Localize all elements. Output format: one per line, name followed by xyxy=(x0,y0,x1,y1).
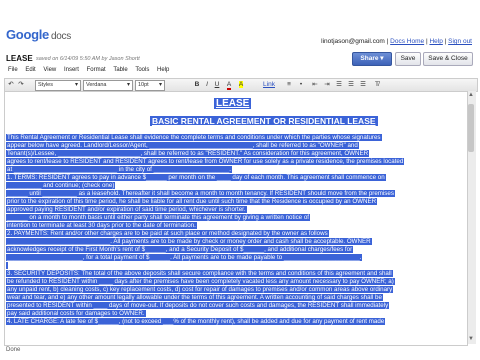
document-line-text: 4. LATE CHARGE: A late fee of $______, (… xyxy=(6,318,386,325)
document-line[interactable]: be refunded to RESIDENT within ____ days… xyxy=(6,278,462,286)
document-line-text: approved paying RESIDENT and/or expirati… xyxy=(6,206,247,213)
underline-icon[interactable]: U xyxy=(213,80,221,90)
decrease-indent-icon[interactable]: ⇤ xyxy=(311,80,319,90)
scroll-up-arrow-icon[interactable]: ▲ xyxy=(468,92,474,98)
document-line-text: 2. PAYMENTS: Rent and/or other charges a… xyxy=(6,230,329,237)
document-line-text: acknowledges receipt of the First Month'… xyxy=(6,246,354,253)
document-line-text: pay said additional costs for damages to… xyxy=(6,310,146,317)
font-size-select[interactable]: 10pt xyxy=(135,80,165,91)
italic-icon[interactable]: I xyxy=(203,80,211,90)
clear-formatting-icon[interactable]: T̸ xyxy=(373,80,381,90)
document-line[interactable]: ______ on a month to month basis until e… xyxy=(6,214,462,222)
document-line-text: This Rental Agreement or Residential Lea… xyxy=(6,134,382,141)
docs-home-link[interactable]: Docs Home xyxy=(390,38,424,45)
increase-indent-icon[interactable]: ⇥ xyxy=(323,80,331,90)
document-line[interactable]: approved paying RESIDENT and/or expirati… xyxy=(6,206,462,214)
share-button[interactable]: Share ▾ xyxy=(352,52,392,66)
document-line-text: prior to the expiration of this time per… xyxy=(6,198,378,205)
document-line[interactable]: 2. PAYMENTS: Rent and/or other charges a… xyxy=(6,230,462,238)
numbered-list-icon[interactable]: ≡ xyxy=(285,80,293,90)
document-line[interactable]: pay said additional costs for damages to… xyxy=(6,310,462,318)
scroll-down-arrow-icon[interactable]: ▼ xyxy=(468,336,474,342)
align-center-icon[interactable]: ☰ xyxy=(347,80,355,90)
document-line[interactable]: ______________________________. All paym… xyxy=(6,238,462,246)
document-title[interactable]: LEASE xyxy=(6,54,33,63)
document-line[interactable]: prior to the expiration of this time per… xyxy=(6,198,462,206)
menu-edit[interactable]: Edit xyxy=(25,67,35,73)
menu-tools[interactable]: Tools xyxy=(135,67,149,73)
document-line[interactable]: 3. SECURITY DEPOSITS: The total of the a… xyxy=(6,270,462,278)
align-right-icon[interactable]: ☰ xyxy=(359,80,367,90)
save-button[interactable]: Save xyxy=(395,52,421,66)
document-line[interactable]: ______ until __________ as a leasehold. … xyxy=(6,190,462,198)
document-line-text: Tenant(s)/Lessee, ______________________… xyxy=(6,150,370,157)
user-email: linotjason@gmail.com xyxy=(321,38,385,45)
document-line-text: any unpaid rent, b) cleaning costs, c) k… xyxy=(6,286,394,293)
logo-google-text: Google xyxy=(6,27,49,42)
document-line[interactable]: __________ and continue; (check one) xyxy=(6,182,462,190)
document-line-text: at ______________________________ in the… xyxy=(6,166,232,173)
document-line[interactable]: intention to terminate at least 30 days … xyxy=(6,222,462,230)
redo-icon[interactable]: ↷ xyxy=(17,80,25,90)
scrollbar-thumb[interactable] xyxy=(468,104,474,152)
document-line-text: ______________________________. All paym… xyxy=(6,238,372,245)
text-color-icon[interactable]: A xyxy=(225,80,233,90)
document-line[interactable]: ______________________, for a total paym… xyxy=(6,254,462,262)
document-line-text: 3. SECURITY DEPOSITS: The total of the a… xyxy=(6,270,393,277)
highlight-color-icon[interactable]: A xyxy=(237,80,245,90)
document-line[interactable]: any unpaid rent, b) cleaning costs, c) k… xyxy=(6,286,462,294)
document-line-text: be refunded to RESIDENT within ____ days… xyxy=(6,278,395,285)
status-text: Done xyxy=(6,347,21,353)
menu-bar: File Edit View Insert Format Table Tools… xyxy=(0,67,480,77)
document-line-text: __________ and continue; (check one) xyxy=(6,182,116,189)
logo-docs-text: docs xyxy=(50,31,71,42)
document-heading[interactable]: LEASE xyxy=(214,98,252,109)
document-line[interactable]: 1. TERMS: RESIDENT agrees to pay in adva… xyxy=(6,174,462,182)
undo-icon[interactable]: ↶ xyxy=(7,80,15,90)
document-line-text: ______ on a month to month basis until e… xyxy=(6,214,310,221)
menu-insert[interactable]: Insert xyxy=(64,67,79,73)
font-select[interactable]: Verdana xyxy=(83,80,133,91)
menu-file[interactable]: File xyxy=(8,67,18,73)
sign-out-link[interactable]: Sign out xyxy=(448,38,472,45)
bulleted-list-icon[interactable]: • xyxy=(297,80,305,90)
document-line-text: agrees to rent/lease to RESIDENT and RES… xyxy=(6,158,405,165)
menu-help[interactable]: Help xyxy=(157,67,169,73)
document-line[interactable]: appear below have agreed. Landlord/Lesso… xyxy=(6,142,462,150)
document-subheading[interactable]: BASIC RENTAL AGREEMENT OR RESIDENTIAL LE… xyxy=(150,116,378,126)
document-line-text: ______________________, for a total paym… xyxy=(6,254,363,261)
document-line[interactable]: This Rental Agreement or Residential Lea… xyxy=(6,134,462,142)
menu-view[interactable]: View xyxy=(43,67,56,73)
save-and-close-button[interactable]: Save & Close xyxy=(423,52,473,66)
align-left-icon[interactable]: ☰ xyxy=(335,80,343,90)
google-docs-window: Google docs linotjason@gmail.com | Docs H… xyxy=(0,0,480,360)
document-line-text: ______ until __________ as a leasehold. … xyxy=(6,190,395,197)
insert-link-button[interactable]: Link xyxy=(261,80,277,90)
document-line[interactable]: acknowledges receipt of the First Month'… xyxy=(6,246,462,254)
document-line-text: presented to RESIDENT within ____ days o… xyxy=(6,302,390,309)
formatting-toolbar: ↶ ↷ Styles Verdana 10pt B I U A A Link ≡… xyxy=(4,78,478,92)
document-line[interactable]: 4. LATE CHARGE: A late fee of $______, (… xyxy=(6,318,462,326)
document-line[interactable]: wear and tear, and e) any other amount l… xyxy=(6,294,462,302)
style-select[interactable]: Styles xyxy=(35,80,81,91)
bold-icon[interactable]: B xyxy=(193,80,201,90)
document-line[interactable]: at ______________________________ in the… xyxy=(6,166,462,174)
help-link[interactable]: Help xyxy=(429,38,442,45)
google-docs-logo[interactable]: Google docs xyxy=(6,27,71,42)
document-line-text: 1. TERMS: RESIDENT agrees to pay in adva… xyxy=(6,174,386,181)
saved-status: saved on 6/14/09 5:50 AM by Jason Shortt xyxy=(36,56,140,62)
document-line[interactable]: agrees to rent/lease to RESIDENT and RES… xyxy=(6,158,462,166)
document-line-text: wear and tear, and e) any other amount l… xyxy=(6,294,383,301)
document-line[interactable] xyxy=(6,262,462,270)
document-line[interactable]: Tenant(s)/Lessee, ______________________… xyxy=(6,150,462,158)
document-line[interactable]: presented to RESIDENT within ____ days o… xyxy=(6,302,462,310)
menu-format[interactable]: Format xyxy=(87,67,106,73)
account-links: linotjason@gmail.com | Docs Home | Help … xyxy=(321,38,472,45)
menu-table[interactable]: Table xyxy=(113,67,127,73)
document-line-text: intention to terminate at least 30 days … xyxy=(6,222,197,229)
document-line-text xyxy=(6,262,8,269)
document-line-text: appear below have agreed. Landlord/Lesso… xyxy=(6,142,359,149)
